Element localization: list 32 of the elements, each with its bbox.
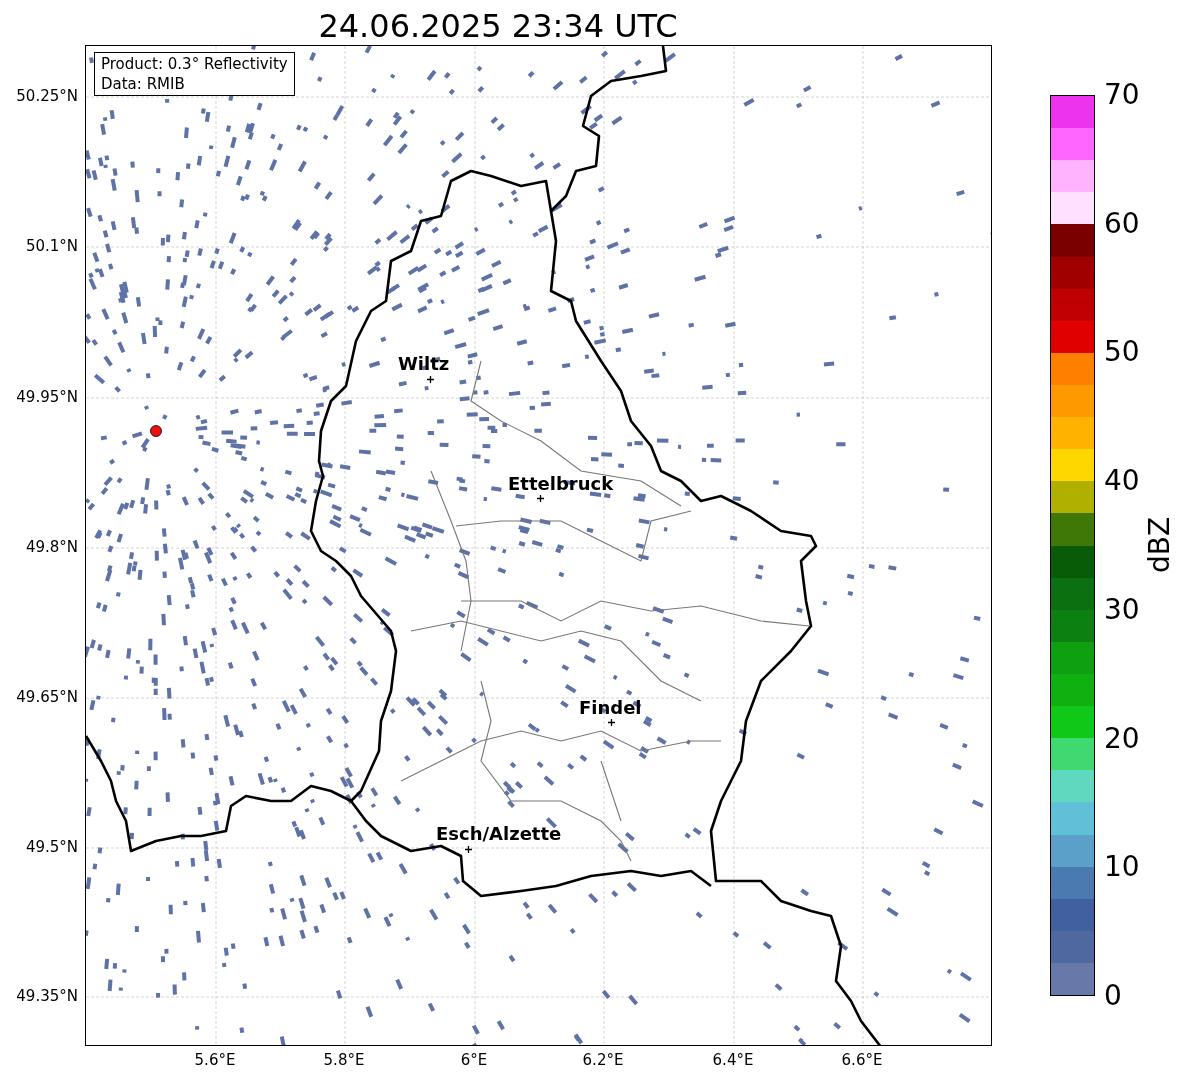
info-text: Product: 0.3° Reflectivity xyxy=(101,54,288,74)
axis-tick-label: 6.2°E xyxy=(581,1051,625,1069)
axis-tick-label: 49.5°N xyxy=(24,838,78,856)
colorbar-tick-label: 20 xyxy=(1104,722,1140,755)
axis-tick-label: 5.6°E xyxy=(193,1051,237,1069)
city-marker-icon xyxy=(465,846,472,853)
axis-tick-label: 50.25°N xyxy=(15,87,78,105)
axis-tick-label: 49.95°N xyxy=(15,388,78,406)
axis-tick-label: 49.35°N xyxy=(15,987,78,1005)
colorbar-label: dBZ xyxy=(1143,515,1177,576)
colorbar-tick-label: 40 xyxy=(1104,465,1140,498)
axis-tick-label: 6.4°E xyxy=(711,1051,755,1069)
colorbar-tick-label: 10 xyxy=(1104,851,1140,884)
axis-tick-label: 50.1°N xyxy=(24,237,78,255)
info-text: Data: RMIB xyxy=(101,74,186,94)
colorbar-tick-label: 30 xyxy=(1104,593,1140,626)
colorbar-tick-label: 0 xyxy=(1104,980,1122,1012)
colorbar-tick-label: 50 xyxy=(1104,336,1140,369)
chart-title: 24.06.2025 23:34 UTC xyxy=(317,6,679,46)
axis-tick-label: 49.65°N xyxy=(15,688,78,706)
city-marker-icon xyxy=(427,376,434,383)
city-marker-icon xyxy=(608,719,615,726)
city-label: Wiltz xyxy=(398,353,450,375)
axis-tick-label: 6°E xyxy=(459,1051,489,1069)
axis-tick-label: 6.6°E xyxy=(840,1051,884,1069)
city-label: Esch/Alzette xyxy=(436,823,562,845)
city-label: Ettelbruck xyxy=(508,473,614,495)
colorbar-tick-label: 60 xyxy=(1104,207,1140,240)
city-marker-icon xyxy=(537,495,544,502)
axis-tick-label: 5.8°E xyxy=(322,1051,366,1069)
axis-tick-label: 49.8°N xyxy=(24,538,78,556)
colorbar-tick-label: 70 xyxy=(1104,79,1140,111)
